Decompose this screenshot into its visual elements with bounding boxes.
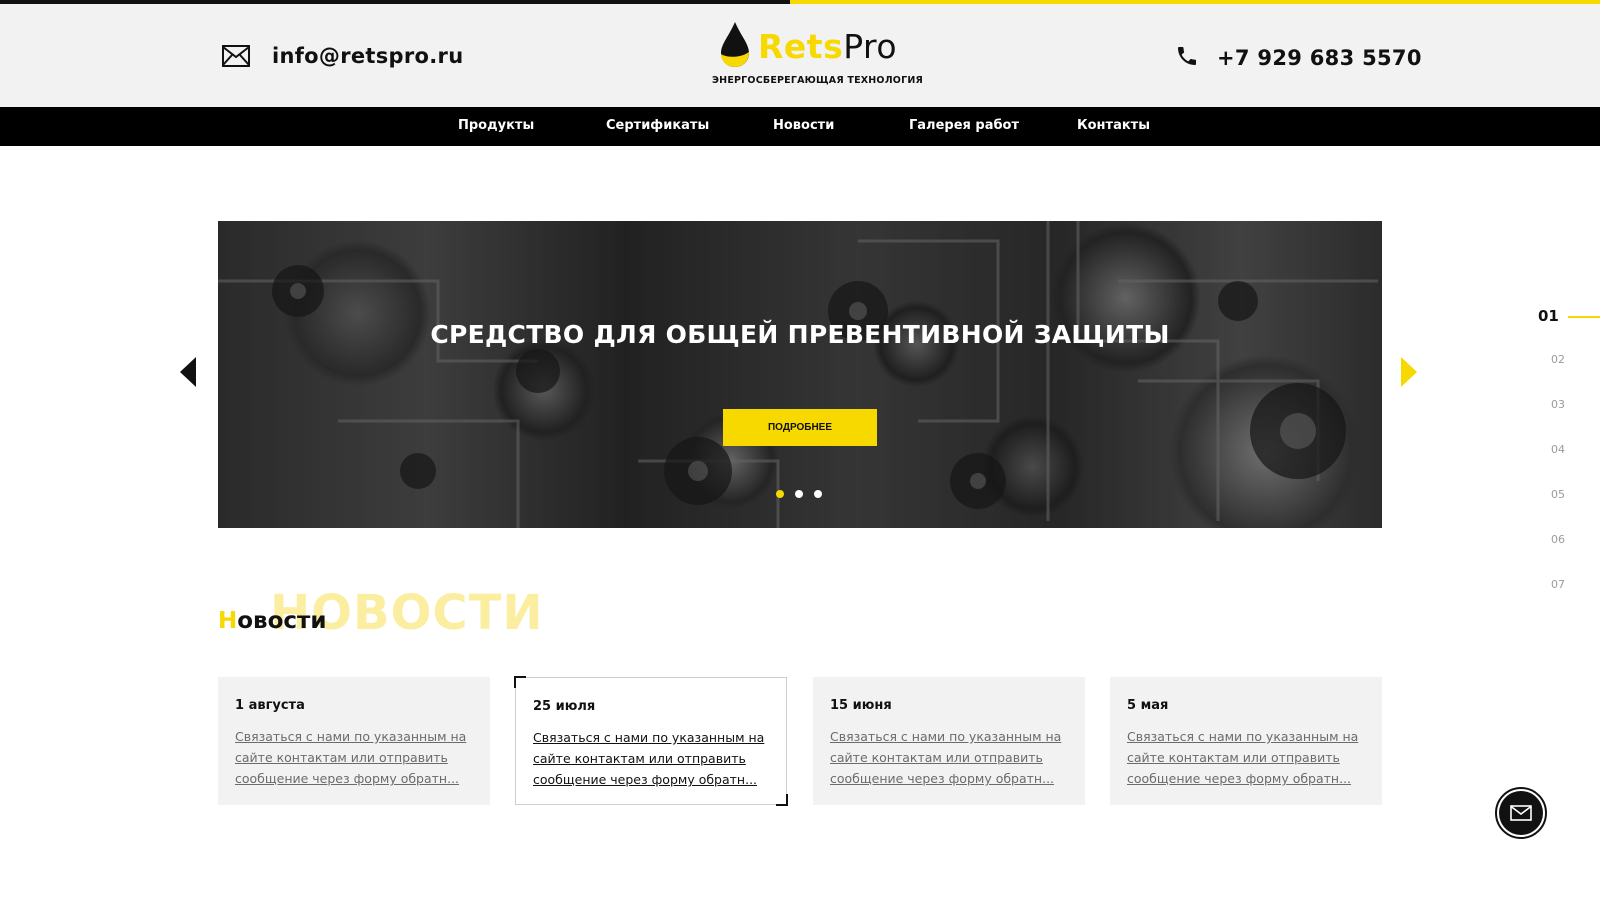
news-card-text[interactable]: Связаться с нами по указанным на сайте к…	[533, 727, 778, 790]
logo-wordmark: RetsPro	[758, 30, 897, 63]
hero-slider: СРЕДСТВО ДЛЯ ОБЩЕЙ ПРЕВЕНТИВНОЙ ЗАЩИТЫ П…	[218, 221, 1382, 528]
news-card-date: 15 июня	[830, 698, 892, 713]
arrow-right-icon[interactable]	[1399, 357, 1417, 387]
nav-item-gallery[interactable]: Галерея работ	[909, 118, 1019, 133]
news-card-text[interactable]: Связаться с нами по указанным на сайте к…	[830, 726, 1075, 789]
arrow-left-icon[interactable]	[180, 357, 198, 387]
news-card-date: 5 мая	[1127, 698, 1169, 713]
news-card-text[interactable]: Связаться с нами по указанным на сайте к…	[1127, 726, 1372, 789]
main-nav: Продукты Сертификаты Новости Галерея раб…	[0, 107, 1600, 146]
slider-dot-2[interactable]	[795, 490, 803, 498]
slider-overlay	[218, 221, 1382, 528]
news-card[interactable]: 15 июня Связаться с нами по указанным на…	[813, 677, 1085, 805]
side-index-03[interactable]: 03	[1551, 398, 1565, 411]
news-card-date: 25 июля	[533, 699, 596, 714]
phone-icon	[1175, 44, 1199, 72]
nav-item-contacts[interactable]: Контакты	[1077, 118, 1150, 133]
logo[interactable]: RetsPro ЭНЕРГОСБЕРЕГАЮЩАЯ ТЕХНОЛОГИЯ	[712, 18, 923, 98]
news-card[interactable]: 1 августа Связаться с нами по указанным …	[218, 677, 490, 805]
header: info@retspro.ru RetsPro ЭНЕРГОСБЕРЕГАЮЩА…	[0, 4, 1600, 107]
logo-part1: Rets	[758, 27, 844, 66]
side-index-02[interactable]: 02	[1551, 353, 1565, 366]
side-index-06[interactable]: 06	[1551, 533, 1565, 546]
news-heading: Новости	[218, 608, 327, 634]
news-heading-first: Н	[218, 608, 238, 634]
slider-dot-3[interactable]	[814, 490, 822, 498]
more-button[interactable]: ПОДРОБНЕЕ	[723, 409, 877, 446]
side-index-04[interactable]: 04	[1551, 443, 1565, 456]
nav-item-news[interactable]: Новости	[773, 118, 834, 133]
nav-item-certificates[interactable]: Сертификаты	[606, 118, 709, 133]
logo-drop-icon	[721, 22, 749, 67]
mail-fab-icon	[1499, 791, 1543, 835]
slider-dot-1[interactable]	[776, 490, 784, 498]
email-link[interactable]: info@retspro.ru	[272, 44, 463, 68]
header-phone[interactable]: +7 929 683 5570	[1175, 44, 1422, 72]
side-index-07[interactable]: 07	[1551, 578, 1565, 591]
mail-fab-button[interactable]	[1495, 787, 1547, 839]
side-index-active-line	[1568, 316, 1600, 318]
news-card-date: 1 августа	[235, 698, 305, 713]
news-card-active[interactable]: 25 июля Связаться с нами по указанным на…	[514, 676, 788, 806]
card-corner-top-left	[514, 676, 526, 688]
envelope-icon	[222, 45, 250, 67]
phone-link[interactable]: +7 929 683 5570	[1217, 46, 1422, 70]
news-card[interactable]: 5 мая Связаться с нами по указанным на с…	[1110, 677, 1382, 805]
header-email[interactable]: info@retspro.ru	[222, 44, 463, 68]
side-index-05[interactable]: 05	[1551, 488, 1565, 501]
slider-dots	[776, 490, 822, 498]
news-heading-rest: овости	[237, 608, 327, 634]
logo-tagline: ЭНЕРГОСБЕРЕГАЮЩАЯ ТЕХНОЛОГИЯ	[712, 75, 923, 86]
nav-item-products[interactable]: Продукты	[458, 118, 534, 133]
logo-part2: Pro	[843, 27, 898, 66]
news-card-text[interactable]: Связаться с нами по указанным на сайте к…	[235, 726, 480, 789]
side-index-01[interactable]: 01	[1538, 307, 1559, 325]
slide-title: СРЕДСТВО ДЛЯ ОБЩЕЙ ПРЕВЕНТИВНОЙ ЗАЩИТЫ	[430, 320, 1170, 349]
card-corner-bottom-right	[776, 794, 788, 806]
